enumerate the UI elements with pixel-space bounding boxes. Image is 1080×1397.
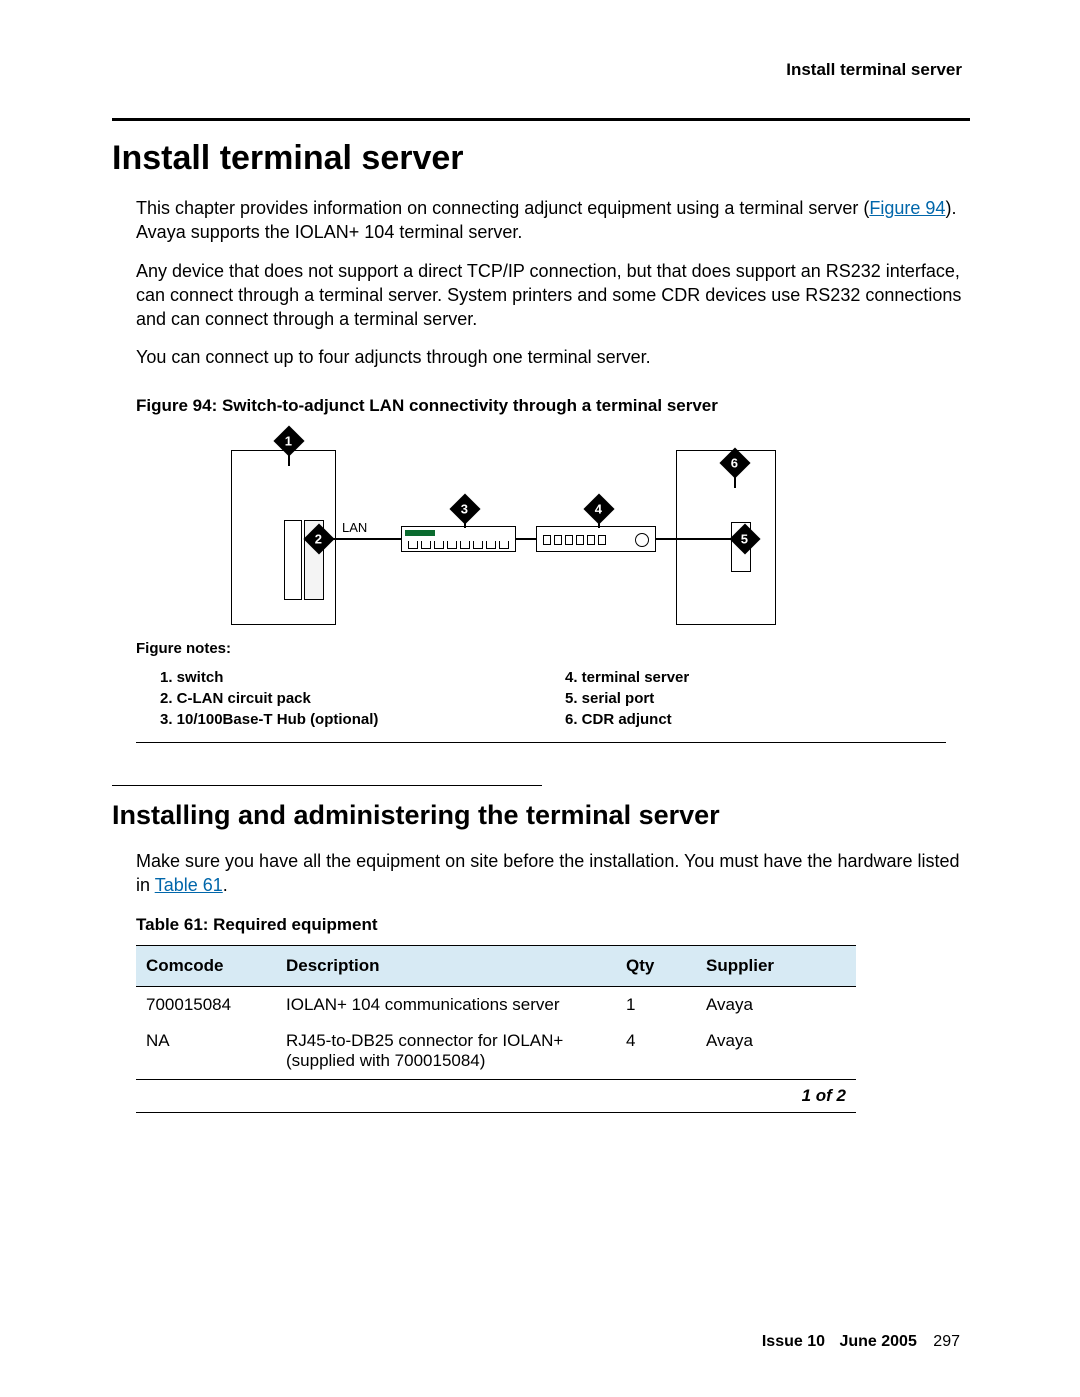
intro-paragraph-2: Any device that does not support a direc… [136, 259, 962, 332]
hub-icon [401, 526, 516, 552]
figure-diagram: LAN 1 2 3 4 5 6 [136, 430, 946, 630]
footer-issue: Issue 10 [762, 1333, 825, 1350]
circuit-pack-icon [284, 520, 302, 600]
figure-notes: 1. switch 2. C-LAN circuit pack 3. 10/10… [136, 669, 946, 732]
table-61-link[interactable]: Table 61 [155, 875, 223, 895]
lan-label: LAN [342, 520, 367, 535]
cell-supplier: Avaya [696, 987, 856, 1024]
figure-94-link[interactable]: Figure 94 [869, 198, 945, 218]
callout-2-label: 2 [315, 531, 322, 546]
figure-note-item: 5. serial port [565, 690, 946, 707]
footer-date: June 2005 [839, 1333, 916, 1350]
callout-6-label: 6 [731, 455, 738, 470]
section2-text-b: . [223, 875, 228, 895]
intro-paragraph-3: You can connect up to four adjuncts thro… [136, 345, 962, 369]
callout-3-label: 3 [461, 501, 468, 516]
cell-supplier: Avaya [696, 1023, 856, 1080]
callout-3-icon: 3 [449, 493, 480, 524]
wire-icon [516, 538, 536, 540]
col-qty: Qty [616, 946, 696, 987]
footer-page-number: 297 [933, 1333, 960, 1350]
callout-4-label: 4 [595, 501, 602, 516]
subsection-title: Installing and administering the termina… [112, 800, 970, 831]
callout-4-icon: 4 [583, 493, 614, 524]
page-footer: Issue 10 June 2005 297 [762, 1333, 960, 1351]
cell-description: IOLAN+ 104 communications server [276, 987, 616, 1024]
table-caption: Table 61: Required equipment [136, 915, 970, 935]
section2-paragraph: Make sure you have all the equipment on … [136, 849, 962, 898]
figure-note-item: 2. C-LAN circuit pack [160, 690, 541, 707]
table-row: 700015084 IOLAN+ 104 communications serv… [136, 987, 856, 1024]
figure-caption: Figure 94: Switch-to-adjunct LAN connect… [136, 396, 970, 416]
table-row: NA RJ45-to-DB25 connector for IOLAN+ (su… [136, 1023, 856, 1080]
figure-note-item: 3. 10/100Base-T Hub (optional) [160, 711, 541, 728]
cell-qty: 1 [616, 987, 696, 1024]
table-pager: 1 of 2 [136, 1080, 856, 1113]
p1-text-a: This chapter provides information on con… [136, 198, 869, 218]
col-supplier: Supplier [696, 946, 856, 987]
figure-notes-label: Figure notes: [136, 640, 970, 657]
figure-bottom-rule [136, 742, 946, 743]
wire-icon [656, 538, 731, 540]
table-pager-row: 1 of 2 [136, 1080, 856, 1113]
cell-description: RJ45-to-DB25 connector for IOLAN+ (suppl… [276, 1023, 616, 1080]
terminal-server-icon [536, 526, 656, 552]
col-comcode: Comcode [136, 946, 276, 987]
figure-note-item: 4. terminal server [565, 669, 946, 686]
figure-note-item: 6. CDR adjunct [565, 711, 946, 728]
required-equipment-table: Comcode Description Qty Supplier 7000150… [136, 945, 856, 1113]
running-header: Install terminal server [112, 60, 970, 80]
table-header-row: Comcode Description Qty Supplier [136, 946, 856, 987]
intro-paragraph-1: This chapter provides information on con… [136, 196, 962, 245]
callout-5-label: 5 [741, 531, 748, 546]
title-rule [112, 118, 970, 121]
callout-1-label: 1 [285, 433, 292, 448]
figure-note-item: 1. switch [160, 669, 541, 686]
figure-notes-col-right: 4. terminal server 5. serial port 6. CDR… [541, 669, 946, 732]
page-title: Install terminal server [112, 139, 970, 178]
cell-comcode: NA [136, 1023, 276, 1080]
figure-notes-col-left: 1. switch 2. C-LAN circuit pack 3. 10/10… [136, 669, 541, 732]
wire-icon [326, 538, 401, 540]
section2-text-a: Make sure you have all the equipment on … [136, 851, 960, 895]
cell-qty: 4 [616, 1023, 696, 1080]
cell-comcode: 700015084 [136, 987, 276, 1024]
subsection-rule [112, 785, 542, 786]
col-description: Description [276, 946, 616, 987]
